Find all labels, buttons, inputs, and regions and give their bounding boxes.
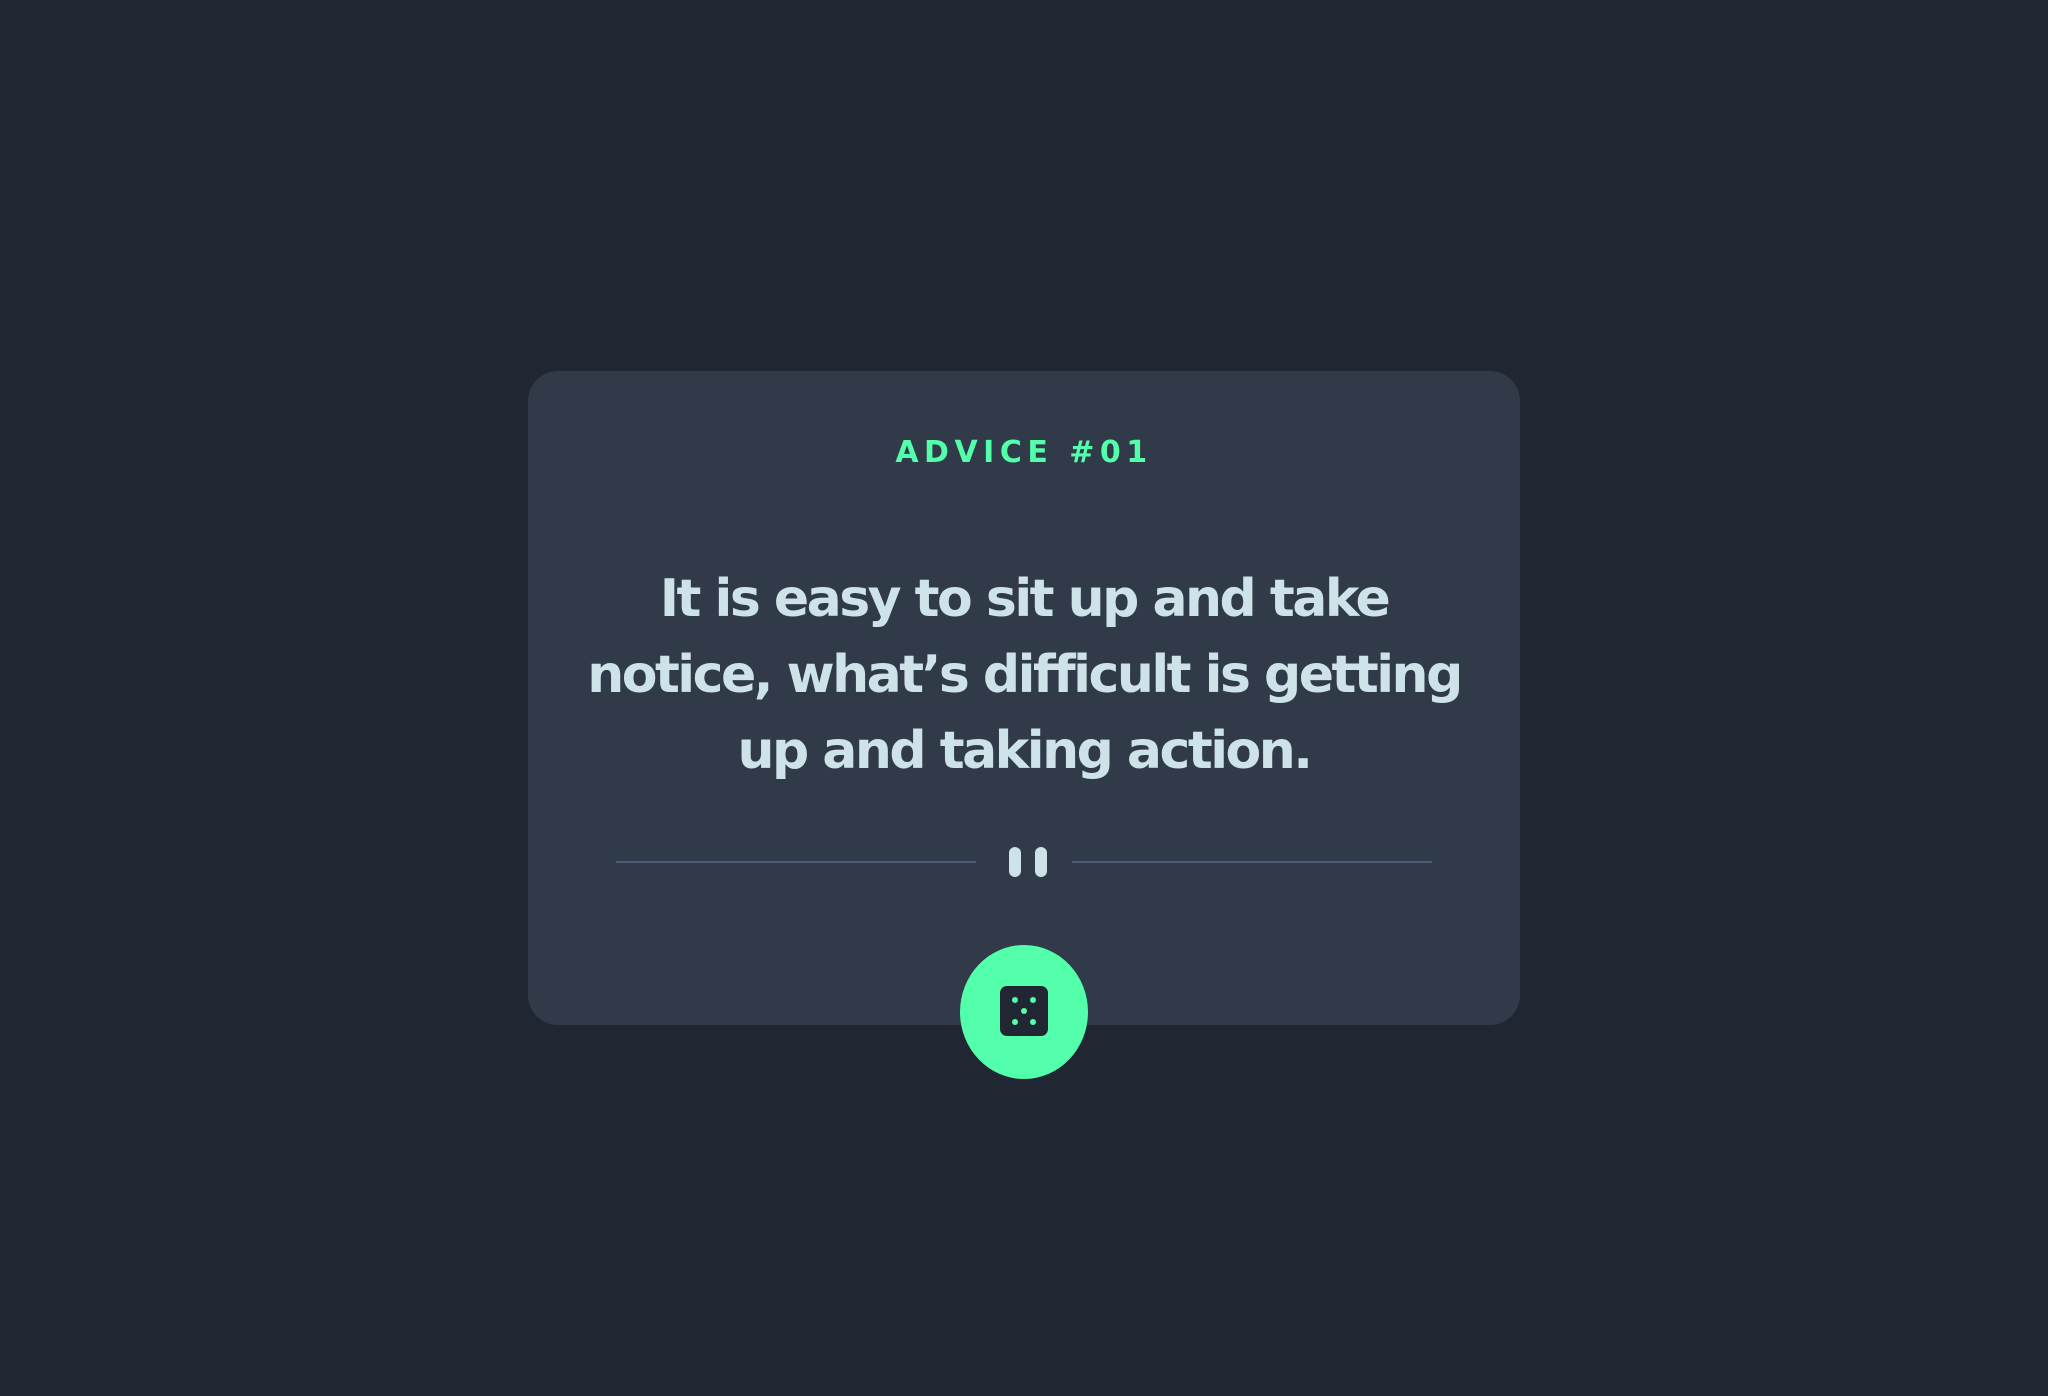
divider-line-left — [616, 861, 976, 863]
pattern-divider — [616, 845, 1432, 879]
advice-quote-text: It is easy to sit up and take notice, wh… — [587, 569, 1463, 781]
pause-bar-left — [1009, 847, 1021, 877]
pause-icon — [1009, 847, 1047, 877]
pause-bar-right — [1035, 847, 1047, 877]
advice-card: ADVICE #01 It is easy to sit up and take… — [528, 371, 1520, 1025]
page: ADVICE #01 It is easy to sit up and take… — [0, 0, 2048, 1396]
generate-advice-button[interactable] — [960, 945, 1088, 1079]
dice-icon — [1000, 986, 1048, 1036]
divider-line-right — [1072, 861, 1432, 863]
advice-number-heading: ADVICE #01 — [895, 435, 1153, 470]
